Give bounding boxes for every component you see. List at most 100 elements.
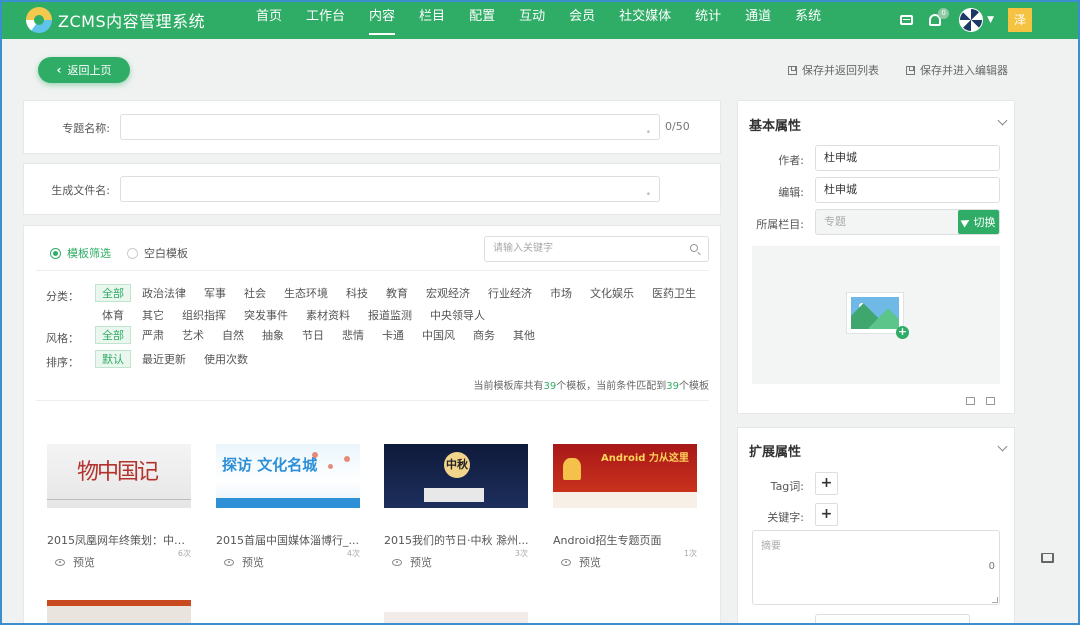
back-button-label: 返回上页 [67, 64, 112, 77]
stat-mid: 个模板，当前条件匹配到 [556, 381, 667, 392]
app-logo[interactable]: ZCMS内容管理系统 [26, 6, 236, 33]
resize-handle[interactable] [992, 597, 998, 603]
preview-link[interactable]: 预览 [73, 554, 95, 570]
style-tag[interactable]: 悲情 [335, 326, 371, 344]
category-tag[interactable]: 社会 [237, 284, 273, 302]
style-tag[interactable]: 艺术 [175, 326, 211, 344]
category-tag[interactable]: 政治法律 [135, 284, 193, 302]
add-tag-button[interactable]: + [815, 472, 838, 495]
eye-icon[interactable] [224, 558, 234, 566]
nav-item[interactable]: 内容 [357, 0, 407, 39]
category-tag[interactable]: 生态环境 [277, 284, 335, 302]
category-tag[interactable]: 体育 [95, 306, 131, 324]
nav-item[interactable]: 工作台 [294, 0, 357, 39]
template-thumbnail[interactable]: 探访 文化名城 [216, 444, 360, 508]
chevron-down-icon[interactable]: ▼ [987, 15, 994, 25]
eye-icon[interactable] [55, 558, 65, 566]
category-tag[interactable]: 其它 [135, 306, 171, 324]
category-tag[interactable]: 科技 [339, 284, 375, 302]
preview-link[interactable]: 预览 [579, 554, 601, 570]
nav-item[interactable]: 配置 [457, 0, 507, 39]
inbox-icon[interactable] [1041, 553, 1054, 563]
topic-name-input[interactable]: • [120, 114, 660, 140]
template-thumbnail[interactable] [47, 600, 191, 623]
style-tag[interactable]: 自然 [215, 326, 251, 344]
summary-textarea[interactable]: 摘要 0 [752, 530, 1000, 605]
category-tag[interactable]: 医药卫生 [645, 284, 703, 302]
category-tag[interactable]: 市场 [543, 284, 579, 302]
cover-image-upload[interactable]: + [752, 246, 1000, 384]
eye-icon[interactable] [561, 558, 571, 566]
category-tag[interactable]: 报道监测 [361, 306, 419, 324]
template-thumbnail[interactable]: 物中国记 [47, 444, 191, 508]
style-tag[interactable]: 节日 [295, 326, 331, 344]
blank-template-radio[interactable]: 空白模板 [127, 245, 188, 261]
preview-link[interactable]: 预览 [242, 554, 264, 570]
filename-input[interactable]: • [120, 176, 660, 202]
user-initial-badge[interactable]: 泽 [1008, 7, 1032, 32]
message-icon[interactable] [900, 14, 914, 25]
image-placeholder-icon[interactable]: + [846, 292, 909, 339]
edit-icon[interactable] [966, 397, 975, 405]
category-tag[interactable]: 教育 [379, 284, 415, 302]
sort-tag[interactable]: 最近更新 [135, 350, 193, 368]
template-thumbnail[interactable]: Android 力从这里 [553, 444, 697, 508]
nav-item[interactable]: 系统 [783, 0, 833, 39]
template-item[interactable]: 中秋 2015我们的节日·中秋 滁州... 预览 3次 [384, 444, 534, 570]
category-tag[interactable]: 素材资料 [299, 306, 357, 324]
style-tag[interactable]: 卡通 [375, 326, 411, 344]
save-return-button[interactable]: 保存并返回列表 [788, 62, 879, 78]
topic-name-counter: 0/50 [665, 120, 690, 133]
category-tag[interactable]: 组织指挥 [175, 306, 233, 324]
style-label: 风格： [46, 332, 79, 345]
sort-tag[interactable]: 使用次数 [197, 350, 255, 368]
template-item[interactable]: 物中国记 2015凤凰网年终策划：中国... 预览 6次 [47, 444, 197, 570]
template-filter-radio[interactable]: 模板筛选 [50, 245, 111, 261]
nav-item[interactable]: 社交媒体 [607, 0, 683, 39]
style-tag[interactable]: 中国风 [415, 326, 462, 344]
sort-tag[interactable]: 默认 [95, 350, 131, 368]
style-tag[interactable]: 商务 [466, 326, 502, 344]
switch-column-button[interactable]: 切换 [958, 210, 999, 234]
thumbnail-text: Android 力从这里 [601, 453, 689, 464]
stat-total: 39 [543, 381, 557, 392]
nav-item[interactable]: 会员 [557, 0, 607, 39]
add-keyword-button[interactable]: + [815, 503, 838, 526]
category-tag[interactable]: 文化娱乐 [583, 284, 641, 302]
delete-icon[interactable] [986, 397, 995, 405]
category-tag[interactable]: 宏观经济 [419, 284, 477, 302]
template-footer: 预览 3次 [384, 549, 534, 570]
bell-icon[interactable]: 0 [929, 7, 950, 26]
category-tag[interactable]: 中央领导人 [423, 306, 492, 324]
save-icon [906, 65, 915, 75]
template-item[interactable]: 探访 文化名城 2015首届中国媒体淄博行_... 预览 4次 [216, 444, 366, 570]
eye-icon[interactable] [392, 558, 402, 566]
template-search-input[interactable]: 请输入关键字 [484, 236, 709, 262]
nav-item[interactable]: 统计 [683, 0, 733, 39]
save-editor-button[interactable]: 保存并进入编辑器 [906, 62, 1008, 78]
search-icon[interactable] [690, 244, 698, 252]
nav-item[interactable]: 通道 [733, 0, 783, 39]
editor-input[interactable]: 杜申城 [815, 177, 1000, 203]
category-tag[interactable]: 行业经济 [481, 284, 539, 302]
style-tag[interactable]: 其他 [506, 326, 542, 344]
style-tag[interactable]: 全部 [95, 326, 131, 344]
template-thumbnail[interactable]: 中秋 [384, 444, 528, 508]
author-input[interactable]: 杜申城 [815, 145, 1000, 171]
nav-item[interactable]: 栏目 [407, 0, 457, 39]
style-tag[interactable]: 抽象 [255, 326, 291, 344]
nav-item[interactable]: 互动 [507, 0, 557, 39]
next-field-input[interactable] [815, 614, 970, 625]
nav-item[interactable]: 首页 [244, 0, 294, 39]
template-item[interactable]: Android 力从这里 Android招生专题页面 预览 1次 [553, 444, 703, 570]
back-button[interactable]: ‹ 返回上页 [38, 57, 130, 83]
template-thumbnail[interactable] [384, 612, 528, 623]
editor-value: 杜申城 [824, 183, 857, 196]
category-tag[interactable]: 全部 [95, 284, 131, 302]
preview-link[interactable]: 预览 [410, 554, 432, 570]
style-tag[interactable]: 严肃 [135, 326, 171, 344]
divider [36, 400, 709, 401]
category-tag[interactable]: 突发事件 [237, 306, 295, 324]
category-tag[interactable]: 军事 [197, 284, 233, 302]
avatar[interactable] [959, 7, 984, 32]
